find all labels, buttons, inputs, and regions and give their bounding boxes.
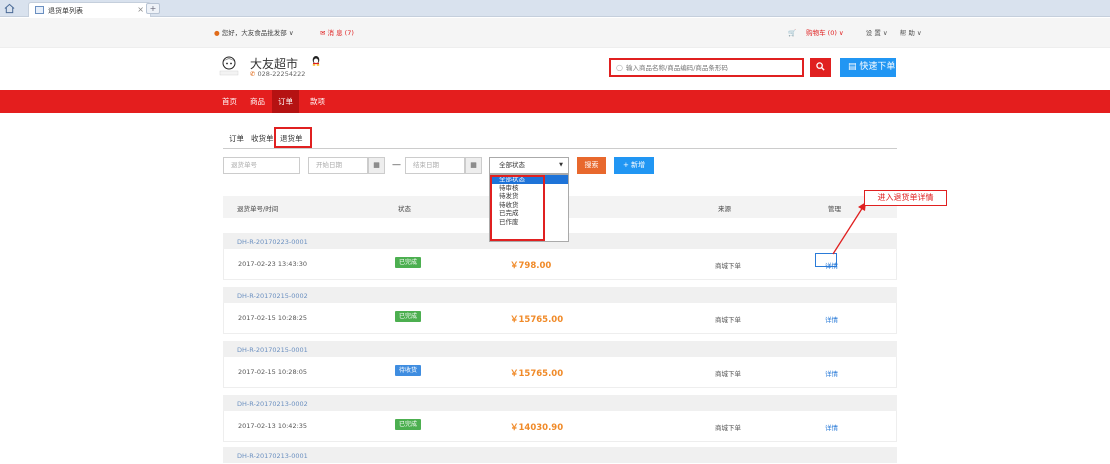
store-phone: ✆ 028-22254222 [250, 70, 305, 78]
greeting-text: 您好，大友食品批发部 ∨ [221, 29, 294, 37]
table-row: DH-R-20170213-0001 [223, 447, 897, 464]
user-icon: ● [214, 29, 220, 37]
cart-icon: 🛒 [788, 29, 797, 37]
magnifier-icon [816, 62, 825, 71]
return-number[interactable]: DH-R-20170223-0001 [237, 238, 308, 246]
search-button[interactable] [810, 58, 831, 77]
store-avatar [219, 56, 239, 76]
close-tab-icon[interactable]: × [137, 5, 144, 14]
nav-item-home[interactable]: 首页 [216, 90, 243, 113]
main-nav: 首页 商品 订单 款项 [0, 90, 1110, 113]
settings-link[interactable]: 设 置 ∨ [866, 29, 888, 37]
qq-icon[interactable] [311, 55, 321, 66]
row-header [223, 341, 897, 357]
end-date-field[interactable]: 结束日期 [405, 157, 465, 174]
table-row: DH-R-20170213-0002 2017-02-13 10:42:35 已… [223, 395, 897, 442]
phone-number: 028-22254222 [257, 70, 306, 78]
messages-text: 消 息 (7) [327, 29, 354, 37]
calendar-icon[interactable]: ▦ [368, 157, 385, 174]
filter-search-button[interactable]: 搜索 [577, 157, 606, 174]
calendar-icon[interactable]: ▦ [465, 157, 482, 174]
row-amount: ￥15765.00 [510, 315, 564, 325]
row-header [223, 395, 897, 411]
status-select-value: 全部状态 [499, 161, 525, 169]
status-select[interactable]: 全部状态 ▼ [489, 157, 569, 174]
nav-item-products[interactable]: 商品 [244, 90, 271, 113]
search-input[interactable] [626, 62, 796, 74]
page-icon [35, 6, 44, 14]
row-source: 商城下单 [715, 316, 741, 324]
column-header-source: 来源 [718, 205, 731, 213]
mail-icon: ✉ [320, 29, 326, 37]
detail-link[interactable]: 详情 [825, 314, 838, 324]
return-number[interactable]: DH-R-20170215-0002 [237, 292, 308, 300]
annotation-callout: 进入退货单详情 [864, 190, 947, 206]
status-badge: 已完成 [395, 311, 421, 322]
status-badge: 已完成 [395, 419, 421, 430]
row-body: 2017-02-15 10:28:05 待收货 ￥15765.00 商城下单 详… [223, 357, 897, 388]
top-right-links: 🛒 购物车 (0) ∨ 设 置 ∨ 帮 助 ∨ [788, 27, 932, 37]
row-body: 2017-02-15 10:28:25 已完成 ￥15765.00 商城下单 详… [223, 303, 897, 334]
nav-item-orders[interactable]: 订单 [272, 90, 299, 113]
row-header [223, 287, 897, 303]
column-header-status: 状态 [398, 205, 411, 213]
annotation-arrow [832, 202, 866, 255]
tab-orders[interactable]: 订单 [229, 133, 244, 144]
row-amount: ￥15765.00 [510, 369, 564, 379]
cart-link[interactable]: 🛒 购物车 (0) ∨ [788, 29, 854, 37]
return-number[interactable]: DH-R-20170215-0001 [237, 346, 308, 354]
table-row: DH-R-20170215-0002 2017-02-15 10:28:25 已… [223, 287, 897, 334]
row-time: 2017-02-13 10:42:35 [238, 422, 308, 430]
new-tab-button[interactable]: + [146, 3, 160, 14]
row-time: 2017-02-15 10:28:05 [238, 368, 308, 376]
messages-link[interactable]: ✉ 消 息 (7) [320, 27, 354, 37]
row-amount: ￥14030.90 [510, 423, 564, 433]
column-header-order: 退货单号/时间 [237, 205, 279, 213]
phone-icon: ✆ [250, 70, 256, 78]
status-badge: 待收货 [395, 365, 421, 376]
row-amount: ￥798.00 [510, 261, 552, 271]
row-source: 商城下单 [715, 262, 741, 270]
return-no-field[interactable]: 退货单号 [223, 157, 300, 174]
browser-tab[interactable]: 退货单列表 × [28, 2, 151, 17]
row-body: 2017-02-13 10:42:35 已完成 ￥14030.90 商城下单 详… [223, 411, 897, 442]
quick-order-button[interactable]: ▤ 快速下单 [840, 58, 896, 77]
tab-receipts[interactable]: 收货单 [251, 133, 274, 144]
help-link[interactable]: 帮 助 ∨ [900, 29, 922, 37]
row-time: 2017-02-23 13:43:30 [238, 260, 308, 268]
user-greeting[interactable]: ● 您好，大友食品批发部 ∨ [214, 27, 294, 37]
caret-down-icon: ▼ [559, 162, 563, 168]
detail-link[interactable]: 详情 [825, 368, 838, 378]
row-source: 商城下单 [715, 424, 741, 432]
nav-item-payments[interactable]: 款项 [304, 90, 331, 113]
table-row: DH-R-20170215-0001 2017-02-15 10:28:05 待… [223, 341, 897, 388]
status-badge: 已完成 [395, 257, 421, 268]
cart-text: 购物车 (0) ∨ [806, 29, 844, 37]
document-icon: ▤ [848, 62, 857, 72]
product-search[interactable]: ○ [609, 58, 804, 77]
tab-title: 退货单列表 [48, 7, 83, 15]
sub-tab-bar: 订单 收货单 退货单 [223, 133, 897, 149]
return-number[interactable]: DH-R-20170213-0002 [237, 400, 308, 408]
top-info-bar [0, 18, 1110, 48]
row-time: 2017-02-15 10:28:25 [238, 314, 308, 322]
return-number[interactable]: DH-R-20170213-0001 [237, 452, 308, 460]
browser-tab-strip [0, 0, 1110, 17]
returns-tab-highlight [274, 127, 312, 148]
search-icon: ○ [616, 63, 623, 72]
date-range-dash: — [392, 160, 401, 170]
home-icon[interactable] [4, 3, 15, 14]
quick-order-label: 快速下单 [859, 62, 896, 72]
detail-link[interactable]: 详情 [825, 422, 838, 432]
dropdown-highlight-box [490, 175, 545, 241]
start-date-field[interactable]: 开始日期 [308, 157, 368, 174]
add-new-button[interactable]: + 新增 [614, 157, 654, 174]
row-body: 2017-02-23 13:43:30 已完成 ￥798.00 商城下单 详情 [223, 249, 897, 280]
row-source: 商城下单 [715, 370, 741, 378]
row-header [223, 447, 897, 463]
